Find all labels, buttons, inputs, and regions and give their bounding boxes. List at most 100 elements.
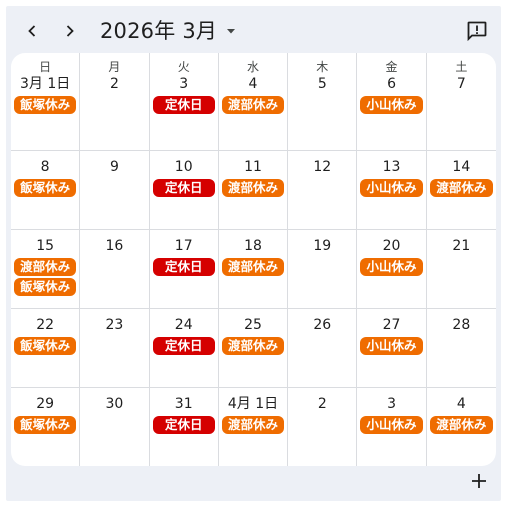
weekday-label: 木 (316, 60, 329, 74)
event-chip[interactable]: 定休日 (152, 96, 215, 114)
event-list: 渡部休み (219, 94, 287, 114)
event-chip[interactable]: 定休日 (152, 337, 215, 355)
day-cell[interactable]: 26 (288, 309, 358, 388)
day-number: 17 (174, 238, 193, 254)
event-list: 渡部休み (427, 177, 496, 197)
day-cell[interactable]: 24 定休日 (149, 309, 219, 388)
event-list (288, 94, 356, 96)
day-cell[interactable]: 30 (80, 388, 150, 466)
day-number: 11 (244, 159, 262, 175)
day-cell[interactable]: 12 (288, 151, 358, 230)
event-chip[interactable]: 渡部休み (221, 179, 285, 197)
event-list: 小山休み (357, 94, 425, 114)
event-list (288, 335, 356, 337)
event-chip[interactable]: 定休日 (152, 416, 215, 434)
event-list: 飯塚休み (11, 414, 79, 434)
day-cell[interactable]: 14 渡部休み (426, 151, 496, 230)
day-cell[interactable]: 9 (80, 151, 150, 230)
day-cell[interactable]: 25 渡部休み (218, 309, 289, 388)
event-chip[interactable]: 飯塚休み (14, 96, 77, 114)
event-chip[interactable]: 小山休み (360, 337, 423, 355)
day-number: 2 (317, 396, 327, 412)
day-cell[interactable]: 21 (426, 230, 496, 309)
day-cell[interactable]: 23 (80, 309, 150, 388)
event-chip[interactable]: 飯塚休み (14, 278, 77, 296)
event-chip[interactable]: 渡部休み (221, 337, 285, 355)
day-cell[interactable]: 4 渡部休み (427, 388, 496, 466)
event-list: 小山休み (357, 256, 425, 276)
day-number: 3 (179, 76, 189, 92)
day-cell[interactable]: 4月 1日 渡部休み (219, 388, 289, 466)
day-cell[interactable]: 15 渡部休み飯塚休み (11, 230, 81, 309)
event-chip[interactable]: 渡部休み (14, 258, 77, 276)
day-cell[interactable]: 19 (288, 230, 358, 309)
day-number: 16 (105, 238, 124, 254)
event-chip[interactable]: 渡部休み (221, 416, 285, 434)
day-number: 14 (452, 159, 471, 175)
day-number: 28 (452, 317, 471, 333)
event-list: 渡部休み 飯塚休み (11, 256, 79, 296)
event-chip[interactable]: 定休日 (152, 179, 215, 197)
day-cell[interactable]: 水 4 渡部休み (218, 53, 289, 151)
day-cell[interactable]: 木5 (288, 53, 358, 151)
day-number: 31 (174, 396, 193, 412)
event-chip[interactable]: 渡部休み (429, 179, 493, 197)
day-cell[interactable]: 月2 (80, 53, 150, 151)
chevron-left-icon (28, 25, 36, 37)
day-cell[interactable]: 31 定休日 (150, 388, 219, 466)
event-list (288, 177, 356, 179)
day-number: 4 (248, 76, 258, 92)
day-cell[interactable]: 火 3 定休日 (149, 53, 219, 151)
day-cell[interactable]: 8 飯塚休み (11, 151, 81, 230)
prev-month-button[interactable] (20, 19, 44, 43)
event-chip[interactable]: 渡部休み (221, 96, 285, 114)
event-list (427, 94, 496, 96)
feedback-button[interactable] (463, 17, 491, 45)
day-cell[interactable]: 28 (426, 309, 496, 388)
event-chip[interactable]: 小山休み (360, 258, 423, 276)
day-cell[interactable]: 22 飯塚休み (11, 309, 81, 388)
day-cell[interactable]: 27 小山休み (357, 309, 427, 388)
event-chip[interactable]: 飯塚休み (14, 179, 77, 197)
day-cell[interactable]: 13 小山休み (357, 151, 427, 230)
day-number: 15 (36, 238, 55, 254)
day-number: 7 (456, 76, 466, 92)
day-cell[interactable]: 土7 (426, 53, 496, 151)
add-event-button[interactable] (467, 469, 491, 493)
day-cell[interactable]: 日 3月 1日 飯塚休み (11, 53, 81, 151)
event-list: 定休日 (150, 256, 218, 276)
event-chip[interactable]: 飯塚休み (14, 416, 77, 434)
event-list (80, 177, 148, 179)
feedback-icon (467, 21, 487, 42)
day-cell[interactable]: 11 渡部休み (218, 151, 289, 230)
chevron-right-icon (66, 25, 74, 37)
weekday-label: 金 (385, 60, 398, 74)
event-list: 渡部休み (219, 414, 287, 434)
day-cell[interactable]: 10 定休日 (149, 151, 219, 230)
day-cell[interactable]: 29 飯塚休み (11, 388, 81, 466)
day-number: 3 (387, 396, 397, 412)
day-number: 22 (36, 317, 55, 333)
event-chip[interactable]: 小山休み (360, 416, 423, 434)
event-list: 定休日 (150, 335, 218, 355)
next-month-button[interactable] (58, 19, 82, 43)
event-list: 定休日 (150, 177, 218, 197)
day-cell[interactable]: 17 定休日 (149, 230, 219, 309)
event-chip[interactable]: 飯塚休み (14, 337, 77, 355)
weekday-label: 土 (455, 60, 468, 74)
event-chip[interactable]: 渡部休み (221, 258, 285, 276)
day-cell[interactable]: 3 小山休み (357, 388, 427, 466)
event-chip[interactable]: 小山休み (360, 96, 423, 114)
event-chip[interactable]: 渡部休み (429, 416, 493, 434)
day-number: 13 (382, 159, 401, 175)
weekday-label: 日 (39, 60, 52, 74)
day-cell[interactable]: 16 (80, 230, 150, 309)
day-cell[interactable]: 18 渡部休み (218, 230, 289, 309)
day-cell[interactable]: 20 小山休み (357, 230, 427, 309)
day-cell[interactable]: 2 (288, 388, 358, 466)
month-selector[interactable]: 2026年 3月 (100, 16, 237, 44)
event-chip[interactable]: 小山休み (360, 179, 423, 197)
day-number: 5 (317, 76, 327, 92)
event-chip[interactable]: 定休日 (152, 258, 215, 276)
day-cell[interactable]: 金 6 小山休み (357, 53, 427, 151)
